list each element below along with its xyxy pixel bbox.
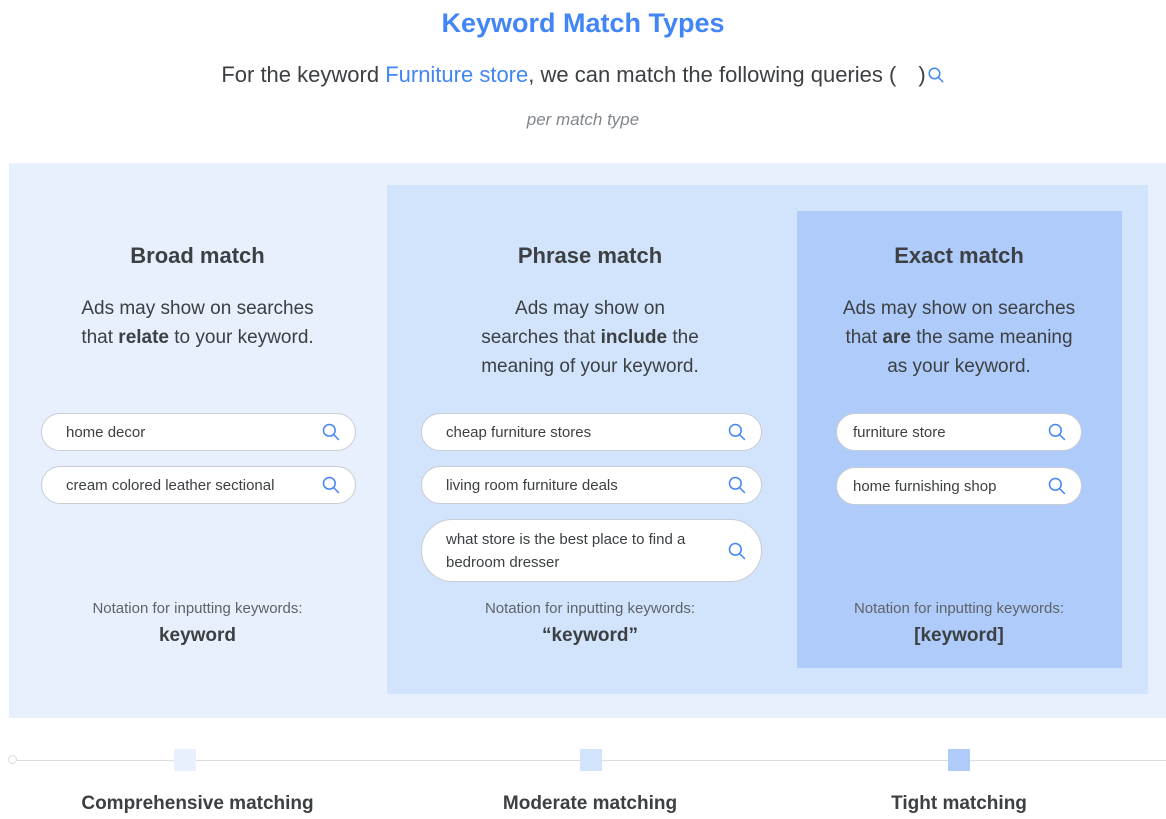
phrase-notation: “keyword” [541, 625, 639, 646]
phrase-desc-line3: meaning of your keyword. [481, 356, 699, 377]
search-icon [728, 542, 746, 559]
exact-match-description: Ads may show on searches that are the sa… [810, 294, 1108, 381]
broad-match-column: Broad match Ads may show on searches tha… [40, 240, 355, 352]
broad-notation: keyword [158, 625, 237, 646]
broad-notation-label: Notation for inputting keywords: [92, 600, 303, 617]
comprehensive-matching-label: Comprehensive matching [81, 793, 314, 814]
broad-match-title: Broad match [130, 243, 265, 268]
exact-match-title: Exact match [894, 243, 1024, 268]
tight-marker [948, 749, 970, 771]
broad-match-description: Ads may show on searches that relate to … [40, 294, 355, 352]
phrase-match-column: Phrase match Ads may show on searches th… [420, 240, 760, 381]
comprehensive-marker [174, 749, 196, 771]
query-pill[interactable]: what store is the best place to find a b… [421, 519, 762, 582]
phrase-notation-label: Notation for inputting keywords: [484, 600, 696, 617]
search-icon [1048, 423, 1066, 441]
search-icon [1048, 477, 1066, 495]
phrase-desc-pre: searches that [481, 327, 601, 348]
subtitle-close: ) [918, 62, 926, 87]
exact-desc-line3: as your keyword. [887, 356, 1031, 377]
per-match-type-note: per match type [526, 110, 640, 129]
phrase-desc-post: the [667, 327, 699, 348]
keyword-highlight: Furniture store [385, 62, 529, 87]
query-pill[interactable]: living room furniture deals [421, 466, 762, 504]
subtitle-suffix: , we can match the following queries ( [528, 62, 897, 87]
query-text: cheap furniture stores [446, 423, 592, 441]
search-icon [928, 67, 944, 83]
broad-desc-bold: relate [118, 327, 169, 348]
subtitle: For the keyword Furniture store, we can … [0, 62, 1166, 88]
exact-desc-line1: Ads may show on searches [842, 298, 1076, 319]
search-icon [322, 423, 340, 441]
query-pill[interactable]: cream colored leather sectional [41, 466, 356, 504]
moderate-marker [580, 749, 602, 771]
scale-start-marker [8, 755, 17, 764]
query-pill[interactable]: furniture store [836, 413, 1082, 451]
broad-desc-pre: that [81, 327, 119, 348]
phrase-desc-line1: Ads may show on [515, 298, 665, 319]
page-title: Keyword Match Types [441, 8, 725, 38]
broad-desc-post: to your keyword. [169, 327, 314, 348]
query-text: what store is the best place to find a b… [446, 530, 686, 571]
search-icon [322, 476, 340, 494]
query-text: living room furniture deals [446, 476, 618, 494]
search-icon [728, 476, 746, 494]
query-pill[interactable]: home furnishing shop [836, 467, 1082, 505]
query-text: cream colored leather sectional [66, 476, 275, 494]
tight-matching-label: Tight matching [891, 793, 1027, 814]
broad-desc-line1: Ads may show on searches [81, 298, 314, 319]
exact-desc-pre: that [845, 327, 883, 348]
query-pill[interactable]: home decor [41, 413, 356, 451]
query-text: home furnishing shop [853, 477, 997, 495]
search-icon [728, 423, 746, 441]
subtitle-prefix: For the keyword [221, 62, 380, 87]
exact-desc-post: the same meaning [910, 327, 1073, 348]
moderate-matching-label: Moderate matching [502, 793, 678, 814]
exact-notation-label: Notation for inputting keywords: [853, 600, 1065, 617]
phrase-match-description: Ads may show on searches that include th… [420, 294, 760, 381]
phrase-desc-bold: include [600, 327, 668, 348]
query-text: home decor [66, 423, 146, 441]
query-pill[interactable]: cheap furniture stores [421, 413, 762, 451]
query-text: furniture store [853, 423, 946, 441]
exact-match-column: Exact match Ads may show on searches tha… [810, 240, 1108, 381]
exact-notation: [keyword] [914, 625, 1004, 646]
phrase-match-title: Phrase match [517, 243, 663, 268]
exact-desc-bold: are [882, 327, 911, 348]
